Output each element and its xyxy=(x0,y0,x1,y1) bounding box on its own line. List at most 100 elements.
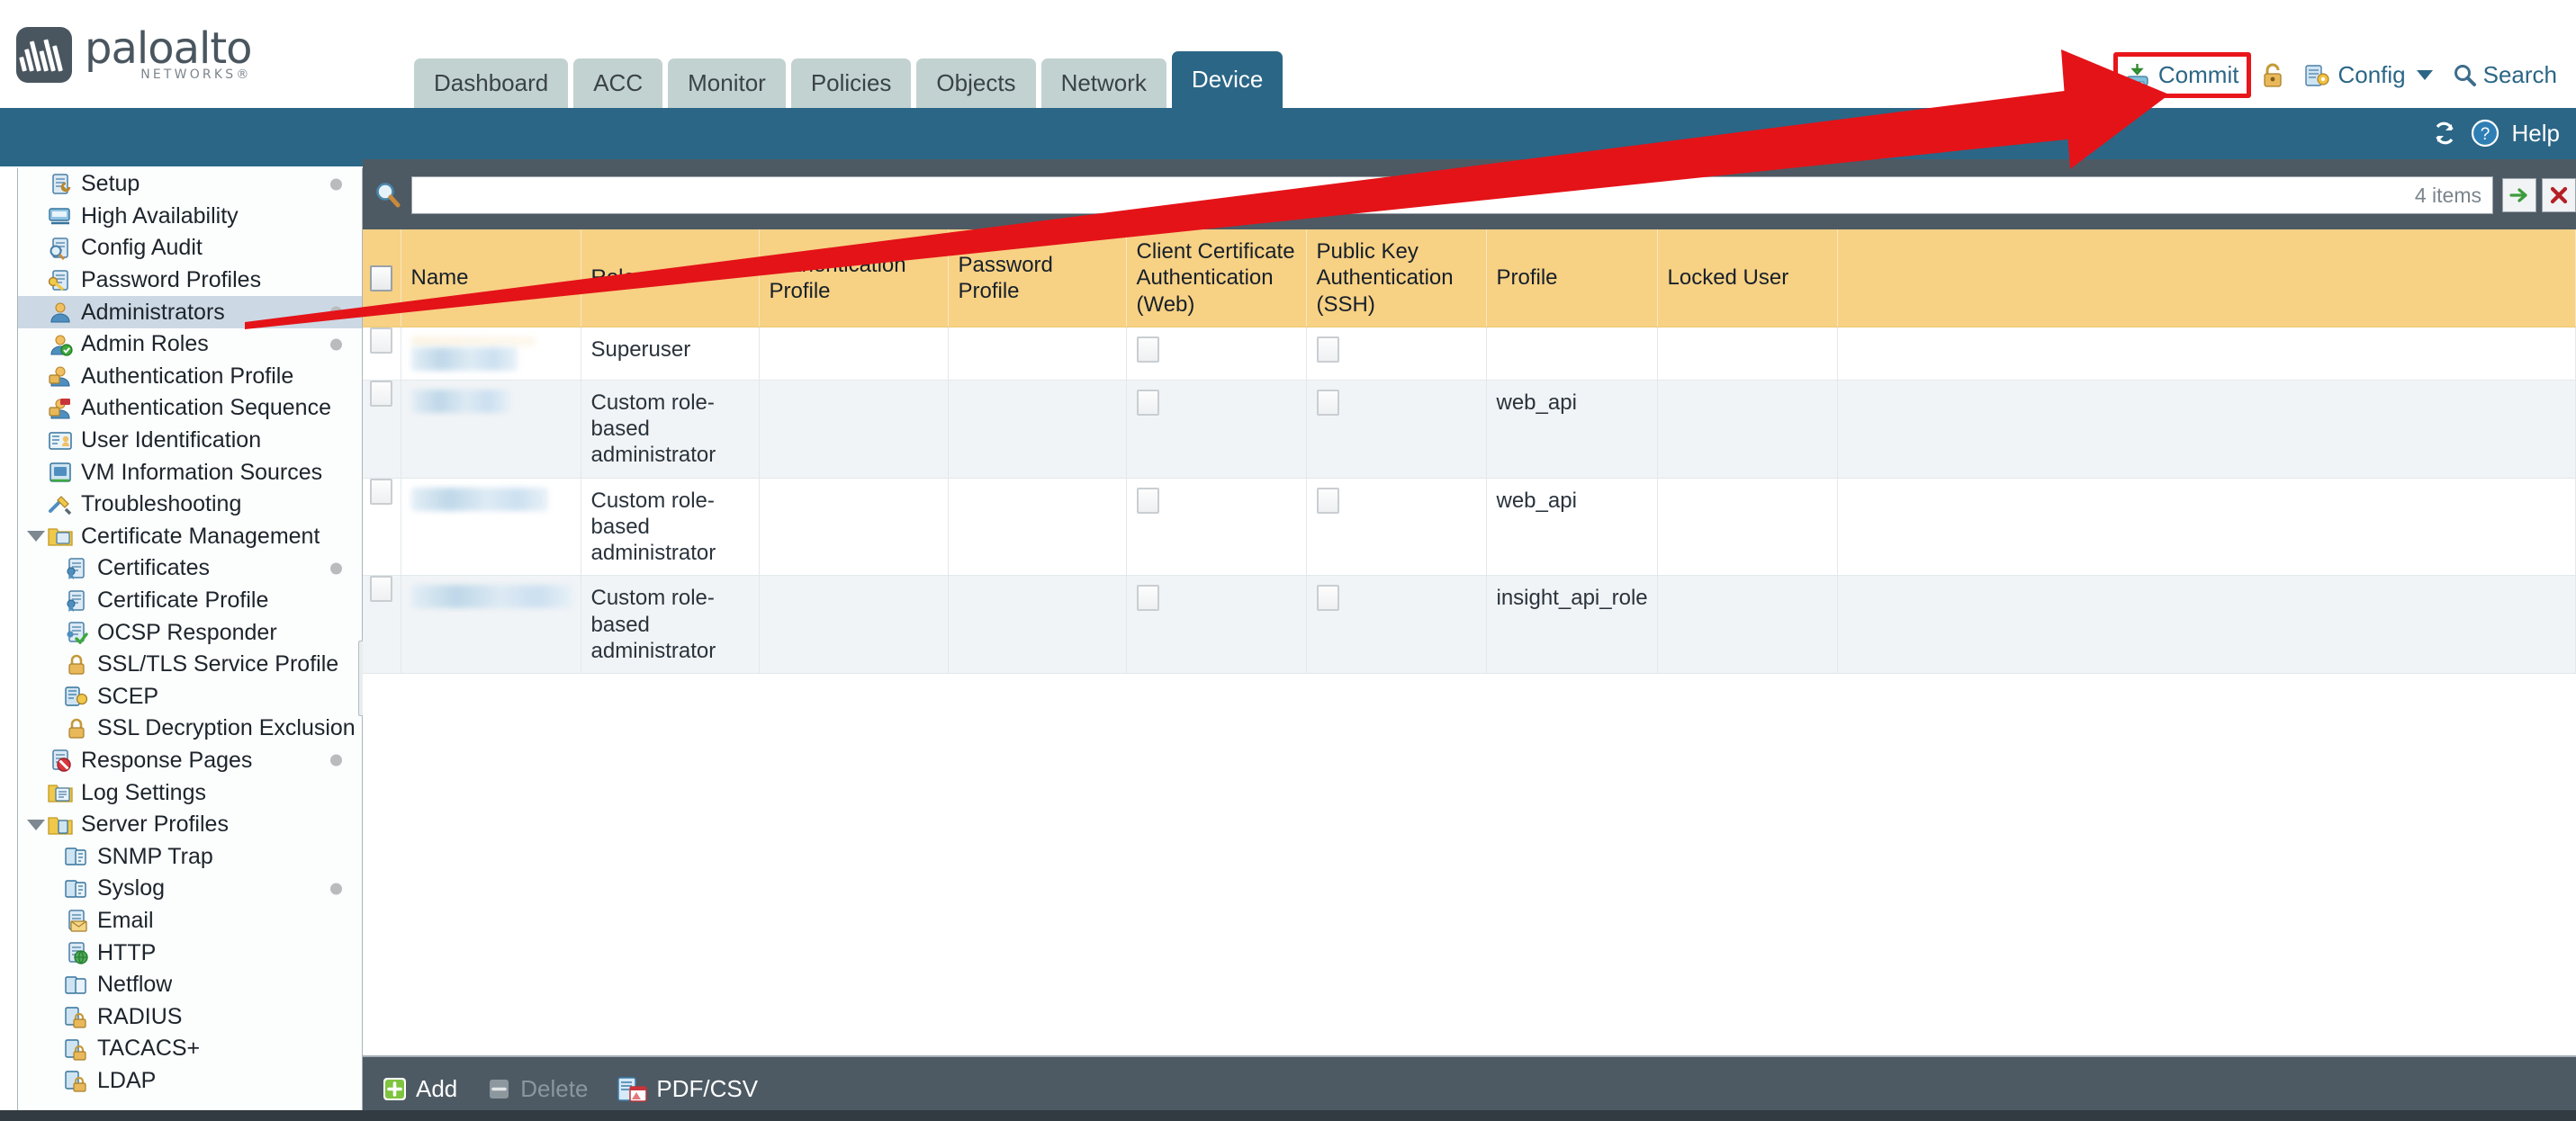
lock-button[interactable] xyxy=(2251,62,2294,89)
cell-public-key-auth[interactable] xyxy=(1306,575,1487,675)
column-header-authentication-profile[interactable]: Authentication Profile xyxy=(759,229,949,327)
client-cert-auth-checkbox[interactable] xyxy=(1136,487,1159,514)
search-input[interactable]: 4 items xyxy=(411,176,2493,214)
sidebar-item-setup[interactable]: Setup xyxy=(18,168,362,201)
cell-name[interactable] xyxy=(401,575,581,675)
column-header-password-profile[interactable]: Password Profile xyxy=(948,229,1127,327)
main-tabs[interactable]: Dashboard ACC Monitor Policies Objects Networ… xyxy=(414,51,1288,108)
row-checkbox-cell[interactable] xyxy=(363,380,401,479)
sidebar-item-http[interactable]: HTTP xyxy=(18,937,362,969)
tab-dashboard[interactable]: Dashboard xyxy=(414,58,569,108)
tab-network[interactable]: Network xyxy=(1040,58,1166,108)
cell-public-key-auth[interactable] xyxy=(1306,478,1487,577)
sidebar-item-vm-information-sources[interactable]: VM Information Sources xyxy=(18,456,362,489)
expand-triangle-icon[interactable] xyxy=(27,819,45,830)
config-menu[interactable]: Config xyxy=(2294,61,2442,89)
sidebar-item-response-pages[interactable]: Response Pages xyxy=(18,745,362,777)
row-checkbox[interactable] xyxy=(370,327,393,354)
table-row[interactable]: Custom role-based administrator web_api xyxy=(363,478,2576,577)
column-header-name[interactable]: Name xyxy=(401,229,581,327)
public-key-auth-checkbox[interactable] xyxy=(1316,487,1339,514)
sidebar-item-config-audit[interactable]: Config Audit xyxy=(18,232,362,265)
sidebar-item-server-profiles[interactable]: Server Profiles xyxy=(18,809,362,841)
tab-acc[interactable]: ACC xyxy=(573,58,663,108)
sidebar-item-troubleshooting[interactable]: Troubleshooting xyxy=(18,489,362,521)
clear-filter-button[interactable] xyxy=(2542,178,2576,212)
sidebar-item-user-identification[interactable]: User Identification xyxy=(18,425,362,457)
sidebar-item-ocsp-responder[interactable]: OCSP Responder xyxy=(18,616,362,649)
brand-name: paloalto xyxy=(85,23,253,74)
column-header-locked-user[interactable]: Locked User xyxy=(1657,229,1838,327)
sidebar-item-netflow[interactable]: Netflow xyxy=(18,969,362,1001)
sidebar-item-authentication-profile[interactable]: Authentication Profile xyxy=(18,361,362,393)
help-label[interactable]: Help xyxy=(2512,120,2560,148)
client-cert-auth-checkbox[interactable] xyxy=(1136,585,1159,612)
pdf-csv-button[interactable]: PDF/CSV xyxy=(617,1075,758,1103)
sidebar-item-log-settings[interactable]: Log Settings xyxy=(18,776,362,809)
client-cert-auth-checkbox[interactable] xyxy=(1136,336,1159,363)
column-header-public-key-authentication-ssh[interactable]: Public Key Authentication (SSH) xyxy=(1306,229,1487,327)
sidebar-item-syslog[interactable]: Syslog xyxy=(18,873,362,905)
cell-client-cert-auth[interactable] xyxy=(1126,327,1307,381)
sidebar-item-label: VM Information Sources xyxy=(81,459,323,485)
cell-public-key-auth[interactable] xyxy=(1306,327,1487,381)
sidebar-item-certificate-profile[interactable]: Certificate Profile xyxy=(18,585,362,617)
tab-device[interactable]: Device xyxy=(1171,51,1283,108)
search-button[interactable]: Search xyxy=(2443,61,2567,89)
cell-public-key-auth[interactable] xyxy=(1306,380,1487,479)
cell-client-cert-auth[interactable] xyxy=(1126,380,1307,479)
add-button[interactable]: Add xyxy=(383,1075,457,1103)
sidebar-item-administrators[interactable]: Administrators xyxy=(18,296,362,328)
certificate-management-folder-icon xyxy=(48,525,73,548)
tab-objects[interactable]: Objects xyxy=(916,58,1036,108)
sidebar-item-high-availability[interactable]: High Availability xyxy=(18,201,362,233)
table-row[interactable]: Custom role-based administrator web_api xyxy=(363,380,2576,479)
public-key-auth-checkbox[interactable] xyxy=(1316,585,1339,612)
device-sidebar[interactable]: Setup High Availability Config Audit Passwo… xyxy=(17,168,363,1113)
apply-filter-button[interactable] xyxy=(2502,178,2536,212)
sidebar-item-email[interactable]: Email xyxy=(18,905,362,937)
row-checkbox[interactable] xyxy=(370,380,393,407)
cell-client-cert-auth[interactable] xyxy=(1126,478,1307,577)
select-all-header[interactable] xyxy=(363,229,401,327)
sidebar-item-password-profiles[interactable]: Password Profiles xyxy=(18,265,362,297)
row-checkbox-cell[interactable] xyxy=(363,478,401,577)
sidebar-item-status-dot xyxy=(330,754,342,767)
row-checkbox[interactable] xyxy=(370,576,393,603)
sidebar-item-radius[interactable]: RADIUS xyxy=(18,1000,362,1033)
cell-client-cert-auth[interactable] xyxy=(1126,575,1307,675)
column-header-role[interactable]: Role xyxy=(581,229,760,327)
public-key-auth-checkbox[interactable] xyxy=(1316,336,1339,363)
row-checkbox[interactable] xyxy=(370,478,393,505)
client-cert-auth-checkbox[interactable] xyxy=(1136,389,1159,416)
sidebar-item-ssl-tls-service-profile[interactable]: SSL/TLS Service Profile xyxy=(18,649,362,681)
expand-triangle-icon[interactable] xyxy=(27,531,45,543)
sidebar-item-snmp-trap[interactable]: SNMP Trap xyxy=(18,840,362,873)
sidebar-item-authentication-sequence[interactable]: Authentication Sequence xyxy=(18,392,362,425)
select-all-checkbox[interactable] xyxy=(370,265,393,291)
cell-name[interactable] xyxy=(401,327,581,381)
public-key-auth-checkbox[interactable] xyxy=(1316,389,1339,416)
sidebar-item-ssl-decryption-exclusion[interactable]: SSL Decryption Exclusion xyxy=(18,713,362,745)
tab-policies[interactable]: Policies xyxy=(790,58,912,108)
column-header-profile[interactable]: Profile xyxy=(1486,229,1658,327)
column-header-blank[interactable] xyxy=(1837,229,2576,327)
sidebar-item-certificates[interactable]: Certificates xyxy=(18,552,362,585)
help-icon[interactable]: ? xyxy=(2471,119,2499,148)
refresh-icon[interactable] xyxy=(2431,121,2458,146)
table-row[interactable]: Superuser xyxy=(363,327,2576,381)
row-checkbox-cell[interactable] xyxy=(363,327,401,381)
sidebar-item-admin-roles[interactable]: Admin Roles xyxy=(18,328,362,361)
sidebar-item-certificate-management[interactable]: Certificate Management xyxy=(18,521,362,553)
sidebar-item-scep[interactable]: SCEP xyxy=(18,681,362,713)
sidebar-item-ldap[interactable]: LDAP xyxy=(18,1065,362,1098)
row-checkbox-cell[interactable] xyxy=(363,575,401,675)
column-header-client-certificate-authentication-web[interactable]: Client Certificate Authentication (Web) xyxy=(1126,229,1307,327)
table-row[interactable]: Custom role-based administrator insight_a… xyxy=(363,575,2576,675)
cell-name[interactable] xyxy=(401,478,581,577)
cell-name[interactable] xyxy=(401,380,581,479)
delete-button[interactable]: Delete xyxy=(487,1075,588,1103)
tab-monitor[interactable]: Monitor xyxy=(668,58,786,108)
sidebar-item-tacacs[interactable]: TACACS+ xyxy=(18,1033,362,1065)
commit-button[interactable]: Commit xyxy=(2112,52,2252,98)
